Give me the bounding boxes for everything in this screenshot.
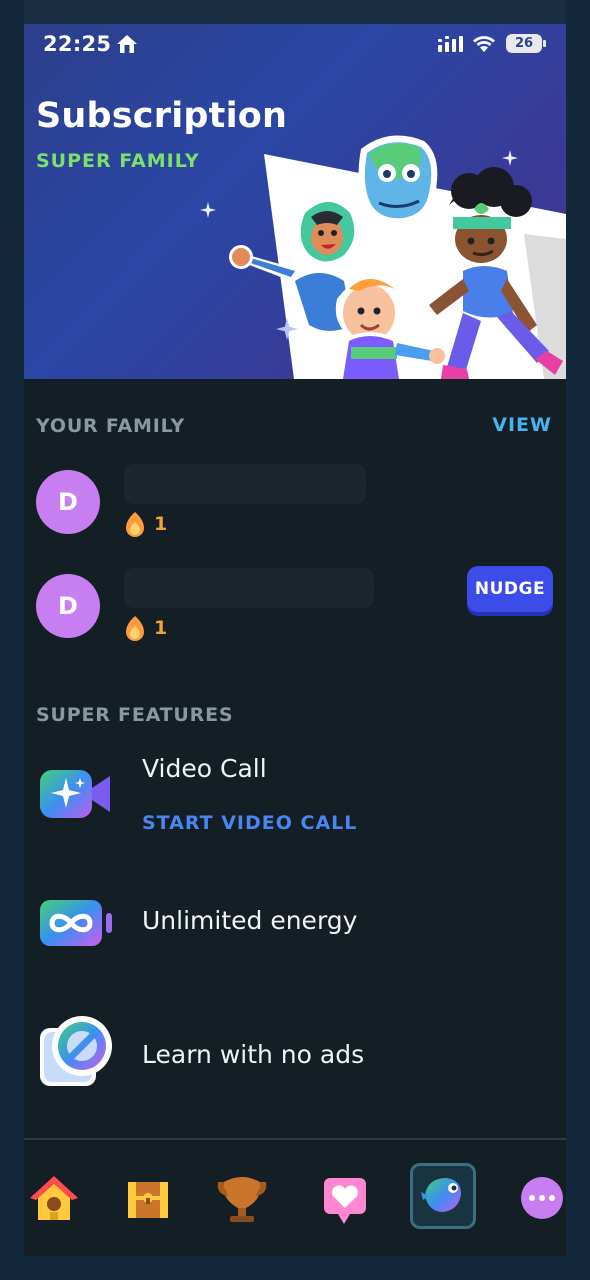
streak-flame-icon: [126, 512, 144, 537]
friends-tab[interactable]: [314, 1168, 374, 1228]
status-time: 22:25: [43, 32, 112, 56]
home-status-icon: [117, 35, 137, 53]
frame-left: [0, 0, 24, 1280]
frame-right: [566, 0, 590, 1280]
feature-title: Video Call: [142, 754, 267, 783]
avatar[interactable]: D: [36, 574, 100, 638]
status-bar: 22:25 26: [24, 24, 566, 68]
feature-title: Unlimited energy: [142, 906, 358, 935]
leaderboard-tab-icon: [217, 1177, 267, 1222]
avatar[interactable]: D: [36, 470, 100, 534]
member-name-redacted: [124, 464, 366, 504]
infinity-battery-icon: [40, 900, 112, 946]
cellular-signal-icon: [438, 36, 463, 52]
battery-nub: [543, 40, 546, 47]
home-tab-icon: [30, 1176, 78, 1220]
sparkle-icon: [200, 202, 216, 218]
super-features-heading: SUPER FEATURES: [36, 704, 234, 726]
treasure-tab[interactable]: [118, 1168, 178, 1228]
bottom-tab-bar: [24, 1138, 566, 1256]
page: 22:25 26 Subscription SUPER FAMILY YOUR …: [0, 0, 590, 1280]
streak-flame-icon: [126, 616, 144, 641]
streak-count: 1: [154, 513, 168, 535]
super-tab[interactable]: [410, 1163, 476, 1229]
view-family-link[interactable]: VIEW: [492, 414, 552, 436]
more-tab[interactable]: [512, 1168, 566, 1228]
feature-video-call: Video Call START VIDEO CALL: [24, 754, 566, 854]
leaderboard-tab[interactable]: [212, 1168, 272, 1228]
video-camera-sparkle-icon: [40, 770, 110, 818]
family-member-row[interactable]: D 1: [24, 464, 566, 550]
friends-tab-icon: [324, 1178, 366, 1224]
member-name-redacted: [124, 568, 374, 608]
plan-name: SUPER FAMILY: [36, 150, 200, 172]
streak-count: 1: [154, 617, 168, 639]
family-characters-illustration: [229, 135, 563, 379]
start-video-call-link[interactable]: START VIDEO CALL: [142, 812, 357, 834]
feature-no-ads: Learn with no ads: [24, 1014, 566, 1094]
family-member-row[interactable]: D 1 NUDGE: [24, 566, 566, 654]
app-screen: 22:25 26 Subscription SUPER FAMILY YOUR …: [24, 24, 566, 1256]
feature-title: Learn with no ads: [142, 1040, 365, 1069]
home-tab[interactable]: [24, 1168, 84, 1228]
treasure-chest-tab-icon: [128, 1182, 168, 1218]
super-tab-icon: [421, 1178, 461, 1212]
frame-top: [0, 0, 590, 24]
more-tab-icon: [521, 1177, 563, 1219]
frame-bottom: [0, 1256, 590, 1280]
battery-indicator: 26: [506, 34, 542, 53]
your-family-heading: YOUR FAMILY: [36, 415, 186, 437]
nudge-button[interactable]: NUDGE: [467, 566, 553, 612]
subscription-header: 22:25 26 Subscription SUPER FAMILY: [24, 24, 566, 379]
feature-unlimited-energy: Unlimited energy: [24, 894, 566, 964]
no-ads-icon: [40, 1016, 112, 1086]
wifi-icon: [473, 36, 495, 52]
